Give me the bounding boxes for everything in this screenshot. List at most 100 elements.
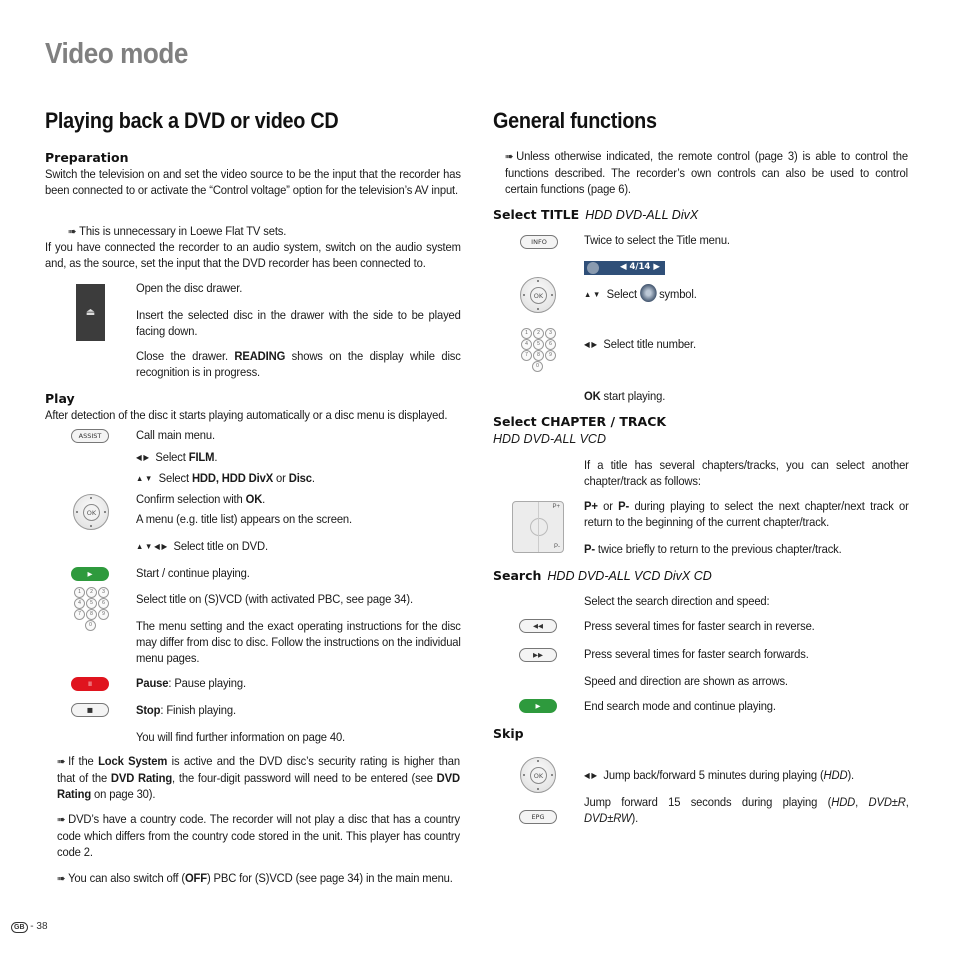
dpad-dot — [551, 774, 553, 776]
note-arrow-icon: ➠ — [57, 814, 66, 826]
key-7[interactable]: 7 — [74, 609, 85, 620]
note-arrow-icon: ➠ — [57, 756, 66, 768]
key-8[interactable]: 8 — [533, 350, 544, 361]
key-6[interactable]: 6 — [545, 339, 556, 350]
left-right-arrows-icon: ◀ ▶ — [136, 453, 149, 462]
numeric-keypad[interactable]: 123 456 789 0 — [74, 587, 110, 631]
fast-forward-text: Press several times for faster search fo… — [584, 647, 809, 661]
jump-5-minutes-text: ◀ ▶ Jump back/forward 5 minutes during pl… — [584, 768, 855, 782]
key-6[interactable]: 6 — [98, 598, 109, 609]
stop-button[interactable]: ■ — [71, 703, 109, 717]
eject-step-insert: Insert the selected disc in the drawer w… — [136, 308, 461, 338]
fast-forward-button[interactable]: ▶▶ — [519, 648, 557, 662]
numeric-keypad-title[interactable]: 123 456 789 0 — [521, 328, 557, 372]
stop-text: Stop: Finish playing. — [136, 703, 236, 717]
film-reel-icon — [587, 262, 599, 274]
preparation-text: Switch the television on and set the vid… — [45, 167, 461, 197]
rewind-button[interactable]: ◀◀ — [519, 619, 557, 633]
dpad-up-dot — [90, 497, 92, 499]
dpad-right-dot — [104, 511, 106, 513]
p-plus-minus-text: P+ or P- during playing to select the ne… — [584, 499, 909, 529]
key-0[interactable]: 0 — [532, 361, 543, 372]
preparation-note: ➠ This is unnecessary in Loewe Flat TV se… — [68, 223, 286, 240]
key-2[interactable]: 2 — [533, 328, 544, 339]
program-up-down-buttons[interactable]: P+ P- — [512, 501, 564, 553]
p-minus-twice-text: P- twice briefly to return to the previo… — [584, 542, 842, 556]
dpad-left-dot — [76, 511, 78, 513]
ok-button[interactable]: OK — [530, 287, 547, 304]
select-chapter-modes: HDD DVD-ALL VCD — [493, 432, 606, 446]
ok-button[interactable]: OK — [83, 504, 100, 521]
dpad-dot — [551, 294, 553, 296]
key-0[interactable]: 0 — [85, 620, 96, 631]
start-continue-text: Start / continue playing. — [136, 566, 250, 580]
country-code-note: ➠ DVD’s have a country code. The recorder… — [57, 812, 460, 859]
confirm-ok-text: Confirm selection with OK. — [136, 492, 266, 506]
eject-button[interactable]: ⏏ — [76, 284, 105, 341]
p-plus-label[interactable]: P+ — [552, 504, 560, 510]
center-ring — [530, 518, 548, 536]
p-minus-label[interactable]: P- — [554, 544, 560, 550]
country-badge: GB — [11, 922, 28, 933]
key-3[interactable]: 3 — [545, 328, 556, 339]
ok-navigation-pad[interactable]: OK — [73, 494, 109, 530]
note-arrow-icon: ➠ — [68, 226, 77, 238]
key-5[interactable]: 5 — [533, 339, 544, 350]
audio-system-text: If you have connected the recorder to an… — [45, 240, 461, 270]
key-7[interactable]: 7 — [521, 350, 532, 361]
play-intro: After detection of the disc it starts pl… — [45, 408, 448, 422]
eject-step-close: Close the drawer. READING shows on the d… — [136, 349, 461, 379]
left-right-arrows-icon: ◀ ▶ — [584, 771, 597, 780]
title-selection-bar: ◀ 4/14 ▶ — [584, 261, 665, 275]
section-heading-general-functions: General functions — [493, 108, 657, 133]
page-footer: GB - 38 — [11, 921, 48, 933]
skip-heading: Skip — [493, 726, 524, 741]
key-1[interactable]: 1 — [521, 328, 532, 339]
section-heading-playing-back: Playing back a DVD or video CD — [45, 108, 339, 133]
assist-button[interactable]: ASSIST — [71, 429, 109, 443]
ok-navigation-pad-skip[interactable]: OK — [520, 757, 556, 793]
pbc-off-note: ➠ You can also switch off (OFF) PBC for (… — [57, 871, 453, 885]
end-search-text: End search mode and continue playing. — [584, 699, 776, 713]
twice-title-menu-text: Twice to select the Title menu. — [584, 233, 730, 247]
preparation-heading: Preparation — [45, 150, 129, 165]
key-4[interactable]: 4 — [74, 598, 85, 609]
key-2[interactable]: 2 — [86, 587, 97, 598]
ok-button[interactable]: OK — [530, 767, 547, 784]
title-counter: ◀ 4/14 ▶ — [620, 262, 660, 272]
key-9[interactable]: 9 — [98, 609, 109, 620]
note-arrow-icon: ➠ — [57, 873, 66, 885]
epg-button[interactable]: EPG — [519, 810, 557, 824]
play-button[interactable]: ▶ — [71, 567, 109, 581]
key-1[interactable]: 1 — [74, 587, 85, 598]
info-button[interactable]: INFO — [520, 235, 558, 249]
lock-system-note: ➠ If the Lock System is active and the DV… — [57, 754, 460, 801]
eject-step-open: Open the disc drawer. — [136, 281, 243, 295]
key-8[interactable]: 8 — [86, 609, 97, 620]
select-svcd-text: Select title on (S)VCD (with activated P… — [136, 592, 413, 606]
select-source-text: ▲ ▼ Select HDD, HDD DivX or Disc. — [136, 471, 315, 485]
pause-button[interactable]: II — [71, 677, 109, 691]
select-title-heading: Select TITLE HDD DVD-ALL DivX — [493, 207, 699, 222]
select-symbol-text: ▲ ▼ Select symbol. — [584, 284, 697, 303]
ok-navigation-pad-title[interactable]: OK — [520, 277, 556, 313]
up-down-arrows-icon: ▲ ▼ — [584, 290, 601, 299]
note-arrow-icon: ➠ — [505, 151, 514, 163]
general-intro-note: ➠ Unless otherwise indicated, the remote … — [505, 149, 908, 196]
up-down-arrows-icon: ▲ ▼ — [136, 474, 153, 483]
jump-15-seconds-text: Jump forward 15 seconds during playing (… — [584, 795, 909, 825]
divider — [538, 502, 539, 552]
key-5[interactable]: 5 — [86, 598, 97, 609]
note-text: This is unnecessary in Loewe Flat TV set… — [79, 224, 287, 238]
play-button-search[interactable]: ▶ — [519, 699, 557, 713]
dpad-dot — [523, 774, 525, 776]
dpad-dot — [537, 788, 539, 790]
dpad-dot — [537, 308, 539, 310]
select-film-text: ◀ ▶ Select FILM. — [136, 450, 218, 464]
select-chapter-heading: Select CHAPTER / TRACK — [493, 414, 667, 429]
page-title: Video mode — [45, 38, 188, 70]
key-3[interactable]: 3 — [98, 587, 109, 598]
key-9[interactable]: 9 — [545, 350, 556, 361]
page-number: - 38 — [30, 921, 48, 932]
key-4[interactable]: 4 — [521, 339, 532, 350]
